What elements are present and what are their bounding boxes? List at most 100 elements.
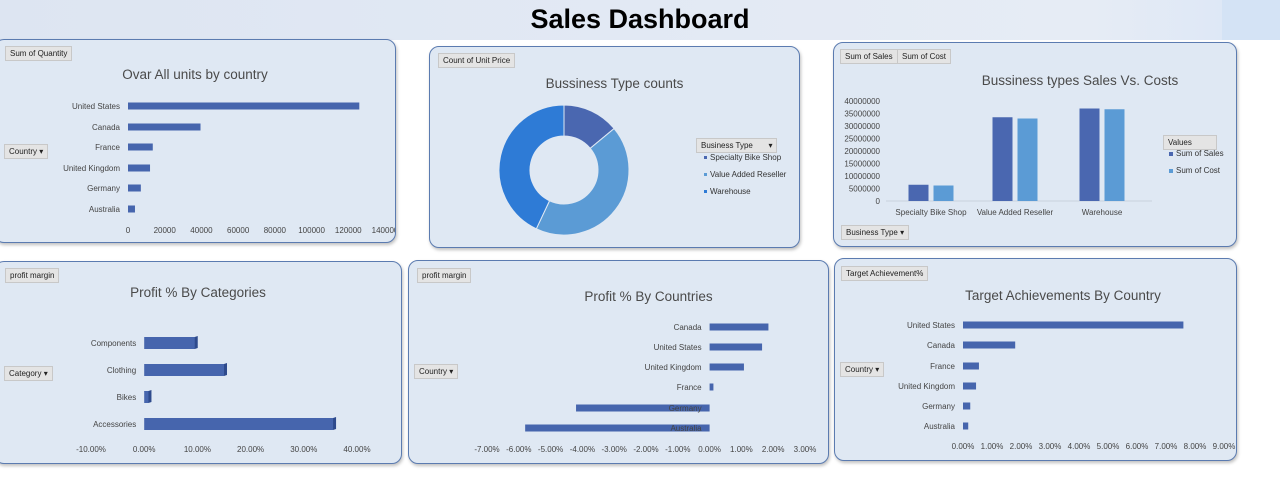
legend-label: Warehouse — [710, 187, 751, 196]
category-label: Germany — [87, 184, 120, 193]
y-tick-label: 40000000 — [844, 97, 880, 106]
tick-label: 120000 — [335, 226, 362, 235]
bar — [963, 422, 969, 430]
category-label: France — [677, 383, 702, 392]
bar — [1017, 118, 1038, 201]
legend-swatch — [704, 173, 707, 176]
bar — [992, 117, 1013, 201]
y-tick-label: 30000000 — [844, 122, 880, 131]
category-label: Australia — [89, 205, 121, 214]
legend-label: Specialty Bike Shop — [710, 153, 782, 162]
tick-label: 6.00% — [1126, 442, 1149, 451]
category-label: Canada — [674, 323, 703, 332]
bar — [709, 383, 714, 391]
bar — [128, 184, 141, 192]
target-achievements-panel[interactable]: Target Achievement% Target Achievements … — [834, 258, 1237, 461]
tick-label: 20.00% — [237, 445, 264, 454]
legend-swatch — [1169, 169, 1173, 173]
donut-slice — [535, 127, 630, 236]
tick-label: -4.00% — [570, 445, 595, 454]
category-label: Clothing — [107, 366, 136, 375]
category-label: Specialty Bike Shop — [895, 208, 967, 217]
bar — [933, 185, 954, 201]
tick-label: 3.00% — [794, 445, 817, 454]
bar — [709, 343, 763, 351]
bar — [908, 184, 929, 201]
business-type-counts-panel[interactable]: Count of Unit Price Bussiness Type count… — [429, 46, 800, 248]
legend-label: Sum of Sales — [1176, 149, 1224, 158]
sales-vs-costs-panel[interactable]: Sum of Sales Sum of Cost Bussiness types… — [833, 42, 1237, 247]
bar — [144, 364, 224, 376]
y-tick-label: 25000000 — [844, 135, 880, 144]
profit-by-countries-panel[interactable]: profit margin Profit % By Countries Coun… — [408, 260, 829, 464]
tick-label: 30.00% — [290, 445, 317, 454]
tick-label: 20000 — [154, 226, 177, 235]
legend-label: Sum of Cost — [1176, 166, 1221, 175]
category-label: Canada — [927, 341, 956, 350]
legend-label: Value Added Reseller — [710, 170, 787, 179]
legend-swatch — [704, 190, 707, 193]
tick-label: 10.00% — [184, 445, 211, 454]
category-label: Components — [91, 339, 136, 348]
category-label: United States — [654, 343, 702, 352]
units-by-country-panel[interactable]: Sum of Quantity Ovar All units by countr… — [0, 39, 396, 243]
bar — [963, 402, 971, 410]
tick-label: -1.00% — [665, 445, 690, 454]
tick-label: 0.00% — [698, 445, 721, 454]
bar — [709, 323, 769, 331]
bar — [144, 337, 195, 349]
tick-label: 2.00% — [762, 445, 785, 454]
tick-label: 7.00% — [1155, 442, 1178, 451]
tick-label: 140000 — [372, 226, 395, 235]
legend-swatch — [704, 156, 707, 159]
category-label: United Kingdom — [63, 164, 120, 173]
bar — [963, 362, 979, 370]
y-tick-label: 15000000 — [844, 160, 880, 169]
bar — [128, 164, 151, 172]
tick-label: 80000 — [264, 226, 287, 235]
tick-label: 0 — [126, 226, 131, 235]
y-tick-label: 0 — [876, 197, 881, 206]
bar — [709, 363, 744, 371]
category-label: Australia — [670, 424, 702, 433]
units-by-country-chart: United States Canada France United Kingdom G… — [63, 102, 395, 235]
bar — [963, 382, 977, 390]
bar — [1079, 108, 1100, 201]
tick-label: 3.00% — [1039, 442, 1062, 451]
tick-label: -7.00% — [474, 445, 499, 454]
business-type-donut-chart: Specialty Bike Shop Value Added Reseller W… — [498, 104, 787, 236]
category-label: Germany — [669, 404, 702, 413]
bar — [1104, 109, 1125, 201]
bar — [144, 418, 334, 430]
tick-label: 40.00% — [343, 445, 370, 454]
bar — [128, 143, 153, 151]
bar — [963, 341, 1016, 349]
category-label: United Kingdom — [645, 363, 702, 372]
profit-by-categories-chart: Components Clothing Bikes Accessories -10.00… — [76, 336, 371, 454]
tick-label: 40000 — [190, 226, 213, 235]
tick-label: 100000 — [298, 226, 325, 235]
category-label: United States — [907, 321, 955, 330]
tick-label: 0.00% — [133, 445, 156, 454]
tick-label: 2.00% — [1010, 442, 1033, 451]
dashboard-title: Sales Dashboard — [530, 4, 750, 34]
category-label: Australia — [924, 422, 956, 431]
y-tick-label: 35000000 — [844, 110, 880, 119]
bar — [128, 102, 360, 110]
tick-label: 5.00% — [1097, 442, 1120, 451]
category-label: Bikes — [117, 393, 137, 402]
sales-vs-costs-chart: 0 5000000 10000000 15000000 20000000 25000000… — [844, 97, 1224, 217]
category-label: United States — [72, 102, 120, 111]
tick-label: -6.00% — [506, 445, 531, 454]
tick-label: 1.00% — [730, 445, 753, 454]
profit-by-categories-panel[interactable]: profit margin Profit % By Categories Cat… — [0, 261, 402, 464]
tick-label: -3.00% — [602, 445, 627, 454]
y-tick-label: 20000000 — [844, 147, 880, 156]
y-tick-label: 10000000 — [844, 172, 880, 181]
bar — [963, 321, 1184, 329]
y-tick-label: 5000000 — [849, 185, 881, 194]
category-label: United Kingdom — [898, 382, 955, 391]
tick-label: 9.00% — [1213, 442, 1236, 451]
category-label: Canada — [92, 123, 121, 132]
legend-swatch — [1169, 152, 1173, 156]
